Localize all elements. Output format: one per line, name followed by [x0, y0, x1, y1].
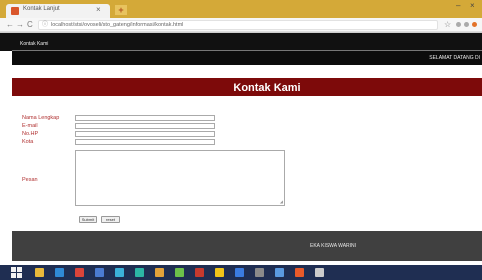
app-icon[interactable]	[295, 268, 304, 277]
settings-icon[interactable]	[115, 268, 124, 277]
minimize-icon[interactable]: –	[456, 1, 460, 10]
email-label: E-mail	[22, 123, 38, 129]
browser-toolbar: ← → C ⓘ localhost/stsi/ovoseli/sto_gaten…	[0, 18, 482, 32]
chrome-icon[interactable]	[75, 268, 84, 277]
welcome-bar: SELAMAT DATANG DI	[12, 51, 482, 65]
app-icon[interactable]	[95, 268, 104, 277]
message-textarea[interactable]: ◢	[75, 150, 285, 206]
email-field[interactable]	[75, 123, 215, 129]
tab-title: Kontak Lanjut	[23, 6, 60, 12]
app-icon[interactable]	[315, 268, 324, 277]
full-name-label: Nama Lengkap	[22, 115, 60, 121]
welcome-text: SELAMAT DATANG DI	[429, 55, 480, 61]
browser-tabstrip: Kontak Lanjut × + – ×	[0, 0, 482, 18]
reload-icon[interactable]: C	[27, 20, 33, 30]
site-info-icon[interactable]: ⓘ	[42, 21, 48, 30]
app-icon[interactable]	[235, 268, 244, 277]
page-title-bar: Kontak Kami	[12, 78, 482, 96]
app-icon[interactable]	[195, 268, 204, 277]
extension-icon[interactable]	[464, 22, 469, 27]
start-button[interactable]	[11, 267, 22, 278]
windows-logo-icon	[17, 273, 22, 278]
app-icon[interactable]	[275, 268, 284, 277]
top-navigation: Kontak Kami	[0, 33, 482, 51]
url-text[interactable]: localhost/stsi/ovoseli/sto_gateng/inform…	[51, 22, 183, 28]
phone-label: No.HP	[22, 131, 39, 137]
city-field[interactable]	[75, 139, 215, 145]
extension-icon[interactable]	[456, 22, 461, 27]
page-footer: EKA KISWA WARINI	[12, 231, 482, 261]
tab-close-icon[interactable]: ×	[96, 5, 101, 15]
window-close-icon[interactable]: ×	[470, 1, 475, 10]
full-name-field[interactable]	[75, 115, 215, 121]
os-taskbar	[0, 265, 482, 280]
windows-logo-icon	[17, 267, 22, 272]
media-icon[interactable]	[55, 268, 64, 277]
new-tab-button[interactable]: +	[115, 5, 127, 15]
nav-link-kontak[interactable]: Kontak Kami	[20, 41, 48, 47]
reset-button[interactable]: reset	[101, 216, 120, 223]
browser-tab[interactable]: Kontak Lanjut ×	[6, 4, 110, 18]
windows-logo-icon	[11, 273, 16, 278]
phone-field[interactable]	[75, 131, 215, 137]
forward-icon[interactable]: →	[16, 20, 24, 30]
folder-icon[interactable]	[155, 268, 164, 277]
address-bar[interactable]: ⓘ localhost/stsi/ovoseli/sto_gateng/info…	[38, 20, 438, 30]
extension-icon[interactable]	[472, 22, 477, 27]
app-icon[interactable]	[175, 268, 184, 277]
message-label: Pesan	[22, 177, 38, 183]
favicon-icon	[11, 7, 19, 15]
back-icon[interactable]: ←	[6, 20, 14, 30]
city-label: Kota	[22, 139, 34, 145]
footer-text: EKA KISWA WARINI	[310, 243, 357, 249]
app-icon[interactable]	[215, 268, 224, 277]
file-explorer-icon[interactable]	[35, 268, 44, 277]
windows-logo-icon	[11, 267, 16, 272]
bookmark-star-icon[interactable]: ☆	[444, 20, 451, 30]
browser-icon[interactable]	[135, 268, 144, 277]
web-page: Kontak Kami SELAMAT DATANG DI Kontak Kam…	[0, 33, 482, 265]
page-title: Kontak Kami	[233, 82, 301, 94]
resize-grip-icon[interactable]: ◢	[280, 200, 283, 204]
app-icon[interactable]	[255, 268, 264, 277]
submit-button[interactable]: Submit	[79, 216, 97, 223]
